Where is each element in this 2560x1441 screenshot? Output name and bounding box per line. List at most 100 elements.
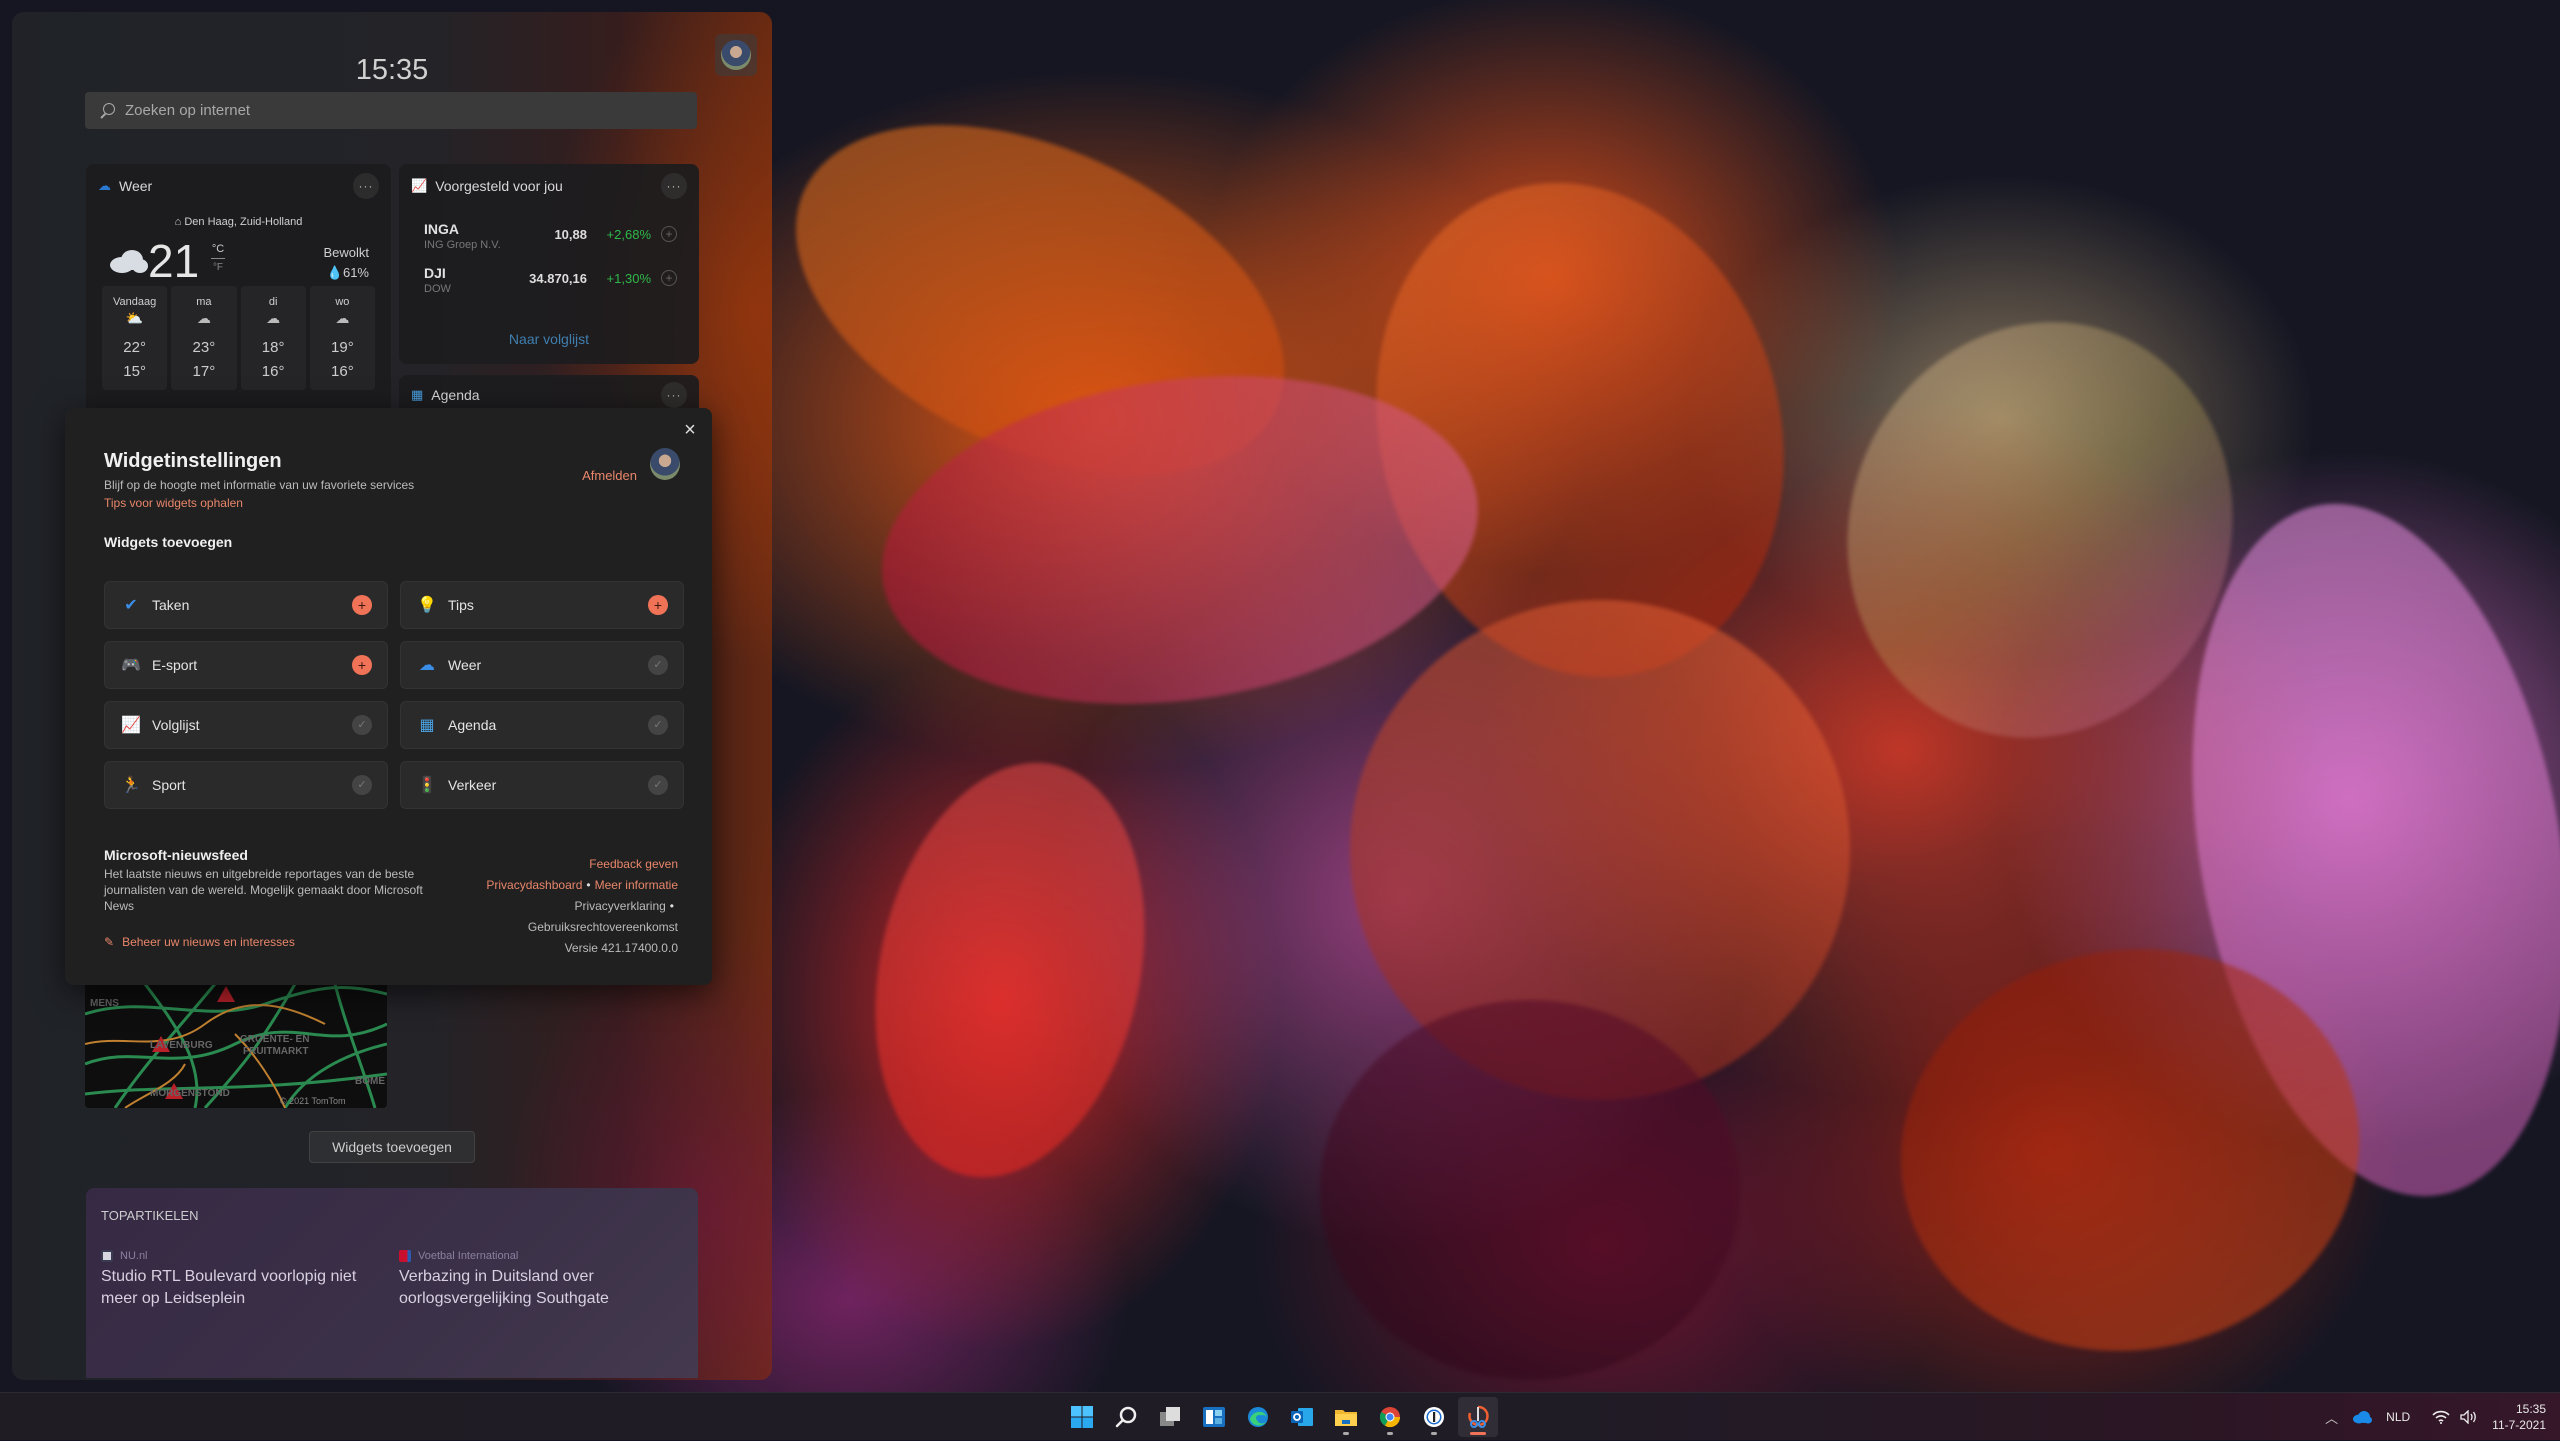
- taskbar-date: 11-7-2021: [2492, 1418, 2546, 1432]
- top-articles-card: TOPARTIKELEN NU.nl Studio RTL Boulevard …: [86, 1188, 698, 1378]
- more-info-link[interactable]: Meer informatie: [595, 878, 678, 892]
- privacy-statement-link[interactable]: Privacyverklaring: [574, 899, 665, 913]
- volume-icon[interactable]: [2460, 1410, 2478, 1424]
- stocks-more-button[interactable]: ···: [661, 173, 687, 199]
- taskbar-search-button[interactable]: [1106, 1397, 1146, 1437]
- forecast-high: 23°: [192, 339, 216, 356]
- map-label: FRUITMARKT: [243, 1046, 309, 1057]
- widget-option-taken[interactable]: ✔ Taken +: [104, 581, 388, 629]
- runner-icon: 🏃: [121, 777, 141, 794]
- article-headline[interactable]: Verbazing in Duitsland over oorlogsverge…: [399, 1266, 669, 1310]
- widget-option-weer[interactable]: ☁ Weer ✓: [400, 641, 684, 689]
- snipping-tool-button[interactable]: [1458, 1397, 1498, 1437]
- taskbar: ︿ NLD 15:35 11-7-2021: [0, 1392, 2560, 1440]
- wallpaper-ribbon: [1320, 1000, 1740, 1380]
- widget-option-label: E-sport: [152, 657, 198, 673]
- edge-button[interactable]: [1238, 1397, 1278, 1437]
- cloud-heavy-rain-icon: ☁: [266, 310, 281, 326]
- privacy-dashboard-link[interactable]: Privacydashboard: [486, 878, 582, 892]
- widget-option-sport[interactable]: 🏃 Sport ✓: [104, 761, 388, 809]
- watchlist-link[interactable]: Naar volglijst: [399, 331, 699, 347]
- file-explorer-button[interactable]: [1326, 1397, 1366, 1437]
- widget-settings-dialog: × Widgetinstellingen Blijf op de hoogte …: [65, 408, 712, 985]
- map-label: GROENTE- EN: [240, 1034, 309, 1045]
- widget-option-volglijst[interactable]: 📈 Volglijst ✓: [104, 701, 388, 749]
- manage-news-label: Beheer uw nieuws en interesses: [122, 935, 295, 949]
- add-to-watchlist-icon[interactable]: +: [661, 226, 677, 242]
- article-source: Voetbal International: [399, 1250, 669, 1262]
- widget-option-tips[interactable]: 💡 Tips +: [400, 581, 684, 629]
- search-icon: [1115, 1406, 1137, 1428]
- stocks-widget[interactable]: 📈 Voorgesteld voor jou ··· INGA ING Groe…: [399, 164, 699, 364]
- forecast-list: Vandaag ⛅ 22° 15° ma ☁ 23° 17° di ☁ 18° …: [102, 286, 375, 390]
- taskbar-clock[interactable]: 15:35 11-7-2021: [2492, 1401, 2546, 1433]
- forecast-low: 17°: [192, 363, 216, 380]
- onedrive-cloud-icon[interactable]: [2352, 1410, 2373, 1424]
- add-widget-button[interactable]: +: [352, 655, 372, 675]
- task-view-button[interactable]: [1150, 1397, 1190, 1437]
- widget-option-esport[interactable]: 🎮 E-sport +: [104, 641, 388, 689]
- unit-celsius[interactable]: °C: [211, 242, 225, 256]
- system-tray: ︿ NLD 15:35 11-7-2021: [2311, 1393, 2546, 1441]
- newsfeed-description: Het laatste nieuws en uitgebreide report…: [104, 867, 423, 913]
- outlook-button[interactable]: [1282, 1397, 1322, 1437]
- wifi-icon[interactable]: [2432, 1410, 2450, 1424]
- feedback-link[interactable]: Feedback geven: [589, 857, 678, 871]
- add-widget-button[interactable]: +: [352, 595, 372, 615]
- taskbar-time: 15:35: [2515, 1402, 2546, 1416]
- stock-row[interactable]: INGA ING Groep N.V. 10,88 +2,68% +: [424, 221, 679, 261]
- weather-more-button[interactable]: ···: [353, 173, 379, 199]
- terms-link[interactable]: Gebruiksrechtovereenkomst: [528, 920, 678, 934]
- avatar: [650, 448, 680, 480]
- stock-row[interactable]: DJI DOW 34.870,16 +1,30% +: [424, 265, 679, 305]
- search-icon: [99, 102, 115, 119]
- widget-added-check-icon: ✓: [352, 775, 372, 795]
- manage-news-link[interactable]: ✎ Beheer uw nieuws en interesses: [104, 935, 295, 949]
- tips-link[interactable]: Tips voor widgets ophalen: [104, 496, 243, 510]
- stock-symbol: INGA: [424, 221, 459, 237]
- map-label: MENS: [90, 998, 119, 1009]
- forecast-day[interactable]: ma ☁ 23° 17°: [171, 286, 237, 390]
- article-item[interactable]: Voetbal International Verbazing in Duits…: [399, 1250, 669, 1310]
- forecast-day-label: Vandaag: [113, 296, 157, 308]
- article-source: NU.nl: [101, 1250, 371, 1262]
- forecast-day[interactable]: Vandaag ⛅ 22° 15°: [102, 286, 168, 390]
- add-widgets-button[interactable]: Widgets toevoegen: [309, 1131, 475, 1163]
- start-button[interactable]: [1062, 1397, 1102, 1437]
- dialog-subtitle: Blijf op de hoogte met informatie van uw…: [104, 478, 415, 492]
- forecast-day[interactable]: wo ☁ 19° 16°: [309, 286, 375, 390]
- chrome-button[interactable]: [1370, 1397, 1410, 1437]
- temperature-unit-toggle[interactable]: °C °F: [211, 242, 225, 275]
- snipping-tool-icon: [1468, 1405, 1489, 1428]
- folder-icon: [1335, 1410, 1357, 1426]
- running-indicator: [1431, 1432, 1437, 1435]
- agenda-more-button[interactable]: ···: [661, 382, 687, 408]
- 1password-button[interactable]: [1414, 1397, 1454, 1437]
- map-copyright: © 2021 TomTom: [280, 1096, 346, 1106]
- profile-button[interactable]: [715, 34, 757, 76]
- language-indicator[interactable]: NLD: [2386, 1410, 2410, 1424]
- widgets-button[interactable]: [1194, 1397, 1234, 1437]
- running-indicator: [1387, 1432, 1393, 1435]
- widget-added-check-icon: ✓: [648, 775, 668, 795]
- task-view-icon: [1160, 1407, 1180, 1426]
- traffic-map[interactable]: MENS LAVENBURG GROENTE- EN FRUITMARKT MO…: [85, 984, 387, 1108]
- add-to-watchlist-icon[interactable]: +: [661, 270, 677, 286]
- widget-option-agenda[interactable]: ▦ Agenda ✓: [400, 701, 684, 749]
- show-hidden-icons-chevron-icon[interactable]: ︿: [2325, 1408, 2338, 1427]
- sign-out-link[interactable]: Afmelden: [582, 468, 637, 483]
- cloud-rain-icon: ☁: [196, 310, 211, 326]
- gamepad-icon: 🎮: [121, 657, 141, 674]
- article-headline[interactable]: Studio RTL Boulevard voorlopig niet meer…: [101, 1266, 371, 1310]
- weather-widget[interactable]: ☁ Weer ··· ⌂ Den Haag, Zuid-Holland 21 °…: [86, 164, 391, 414]
- chrome-icon: [1379, 1407, 1401, 1428]
- forecast-day[interactable]: di ☁ 18° 16°: [240, 286, 306, 390]
- running-indicator: [1343, 1432, 1349, 1435]
- close-icon[interactable]: ×: [678, 418, 702, 442]
- widget-option-verkeer[interactable]: 🚦 Verkeer ✓: [400, 761, 684, 809]
- article-item[interactable]: NU.nl Studio RTL Boulevard voorlopig nie…: [101, 1250, 371, 1310]
- search-input[interactable]: Zoeken op internet: [85, 92, 697, 129]
- weather-location-label: Den Haag, Zuid-Holland: [184, 216, 303, 228]
- unit-fahrenheit[interactable]: °F: [211, 261, 225, 275]
- add-widget-button[interactable]: +: [648, 595, 668, 615]
